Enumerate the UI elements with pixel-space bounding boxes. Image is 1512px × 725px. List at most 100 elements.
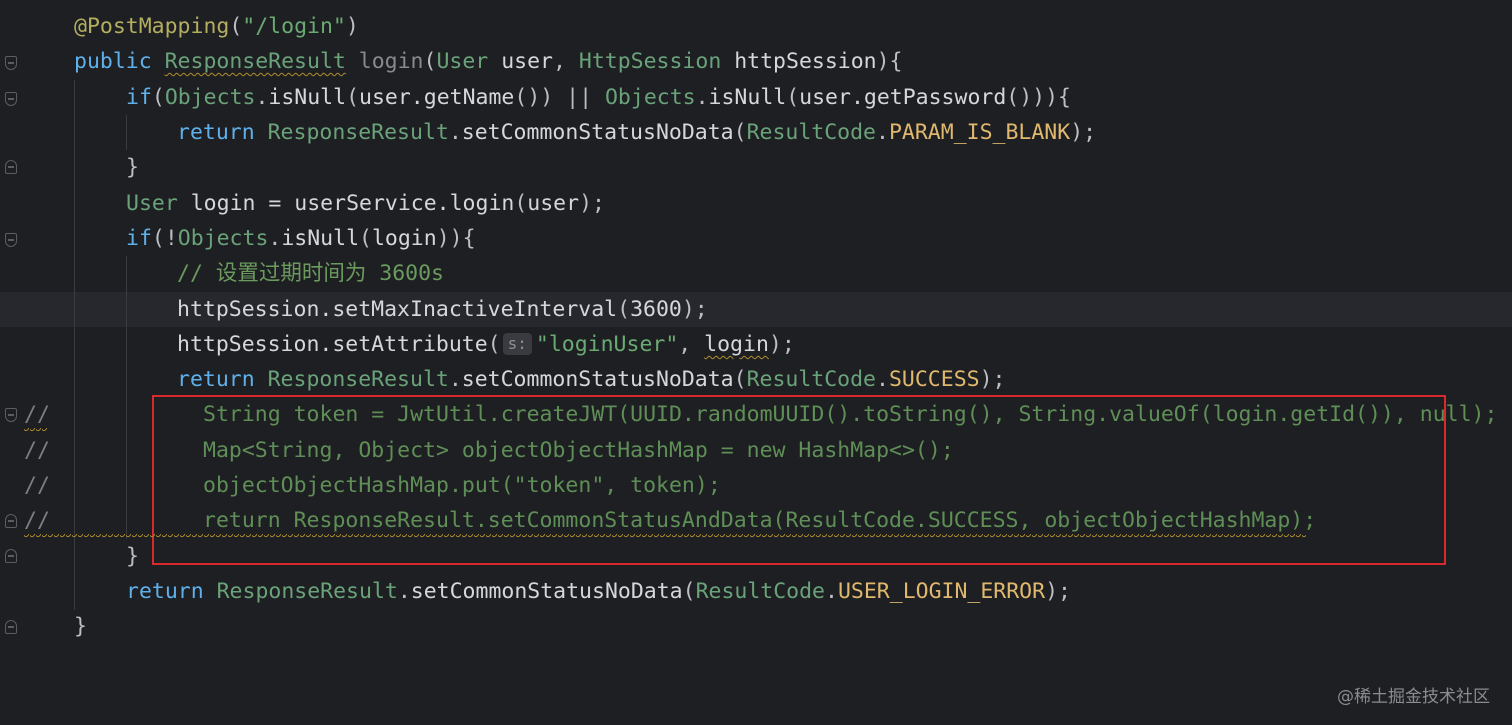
code-token: Map<String, Object> objectObjectHashMap …	[203, 438, 954, 463]
code-token: ()) ||	[514, 85, 605, 110]
code-line[interactable]: User login = userService.login(user);	[0, 186, 1512, 221]
code-token: (	[617, 297, 631, 322]
code-token: isNull	[708, 85, 787, 110]
code-token: ){	[876, 49, 903, 74]
code-token: ResultCode	[746, 367, 877, 392]
code-token: USER_LOGIN_ERROR	[837, 579, 1046, 604]
code-token: );	[681, 297, 708, 322]
code-line[interactable]: // objectObjectHashMap.put("token", token…	[0, 468, 1512, 503]
code-line[interactable]: }	[0, 609, 1512, 644]
code-line[interactable]: if(!Objects.isNull(login)){	[0, 221, 1512, 256]
code-token: setCommonStatusNoData	[461, 120, 734, 145]
code-editor[interactable]: @PostMapping("/login") public ResponseRes…	[0, 0, 1512, 725]
code-token: return	[177, 120, 268, 145]
code-token: Objects	[177, 226, 269, 251]
code-token: .	[825, 579, 838, 604]
code-text: if(Objects.isNull(user.getName()) || Obj…	[126, 80, 1071, 115]
code-token: "/login"	[242, 14, 346, 39]
code-token: setCommonStatusNoData	[410, 579, 683, 604]
watermark: @稀土掘金技术社区	[1337, 687, 1490, 707]
code-line[interactable]: // 设置过期时间为 3600s	[0, 256, 1512, 291]
code-token: String token = JwtUtil.createJWT(UUID.ra…	[203, 402, 1498, 427]
code-token: if	[126, 226, 152, 251]
fold-marker-icon[interactable]	[5, 620, 17, 634]
code-text: String token = JwtUtil.createJWT(UUID.ra…	[203, 397, 1497, 432]
code-line[interactable]: httpSession.setMaxInactiveInterval(3600)…	[0, 292, 1512, 327]
code-token: setCommonStatusNoData	[461, 367, 734, 392]
code-line[interactable]: @PostMapping("/login")	[0, 9, 1512, 44]
warning-squiggle	[24, 534, 1306, 538]
code-token: SUCCESS	[888, 367, 980, 392]
code-line[interactable]: // String token = JwtUtil.createJWT(UUID.…	[0, 397, 1512, 432]
fold-marker-icon[interactable]	[5, 160, 17, 174]
code-line[interactable]: return ResponseResult.setCommonStatusNoD…	[0, 362, 1512, 397]
code-line[interactable]: return ResponseResult.setCommonStatusNoD…	[0, 574, 1512, 609]
code-token: .	[397, 579, 411, 604]
fold-marker-icon[interactable]	[5, 549, 17, 563]
code-token: (	[682, 579, 696, 604]
code-token: ResultCode	[746, 120, 877, 145]
code-token: login = userService.login	[190, 191, 515, 216]
code-text: httpSession.setMaxInactiveInterval(3600)…	[177, 292, 708, 327]
code-line[interactable]: }	[0, 150, 1512, 185]
code-line[interactable]: }	[0, 539, 1512, 574]
code-token: if	[126, 85, 152, 110]
code-token: (	[346, 85, 360, 110]
code-token: isNull	[268, 85, 347, 110]
code-token: .	[695, 85, 709, 110]
code-text: objectObjectHashMap.put("token", token);	[203, 468, 721, 503]
code-line[interactable]: public ResponseResult login(User user, H…	[0, 44, 1512, 79]
code-line[interactable]: if(Objects.isNull(user.getName()) || Obj…	[0, 80, 1512, 115]
code-text: User login = userService.login(user);	[126, 186, 605, 221]
code-line[interactable]: // return ResponseResult.setCommonStatusA…	[0, 503, 1512, 538]
code-line[interactable]: // Map<String, Object> objectObjectHashMa…	[0, 433, 1512, 468]
code-token: HttpSession	[578, 49, 722, 74]
code-text: // 设置过期时间为 3600s	[177, 256, 444, 291]
code-token: (	[786, 85, 800, 110]
code-text: httpSession.setAttribute(s: "loginUser", …	[177, 327, 795, 362]
code-token: httpSession.setAttribute	[177, 332, 488, 357]
fold-marker-icon[interactable]	[5, 56, 17, 70]
code-token: }	[126, 155, 139, 180]
indent-guide	[74, 80, 75, 610]
code-line[interactable]: httpSession.setAttribute(s: "loginUser", …	[0, 327, 1512, 362]
code-token: user.getPassword	[799, 85, 1007, 110]
comment-prefix: //	[24, 508, 50, 533]
code-text: }	[126, 539, 139, 574]
code-line[interactable]: return ResponseResult.setCommonStatusNoD…	[0, 115, 1512, 150]
code-token: login	[704, 332, 769, 357]
code-token: (	[229, 14, 243, 39]
fold-marker-icon[interactable]	[5, 233, 17, 247]
code-text: return ResponseResult.setCommonStatusNoD…	[177, 362, 1005, 397]
code-token: (	[423, 49, 437, 74]
code-token: ,	[678, 332, 705, 357]
code-token: (!	[151, 226, 178, 251]
fold-marker-icon[interactable]	[5, 92, 17, 106]
fold-marker-icon[interactable]	[5, 408, 17, 422]
code-token: );	[979, 367, 1006, 392]
code-token: );	[1070, 120, 1097, 145]
code-token: .	[448, 367, 462, 392]
parameter-hint: s:	[502, 333, 532, 355]
code-token: login	[371, 226, 437, 251]
code-text: return ResponseResult.setCommonStatusAnd…	[203, 503, 1316, 538]
code-token: )){	[436, 226, 476, 251]
code-token: @PostMapping	[74, 14, 230, 39]
indent-guide	[126, 256, 127, 539]
code-token: }	[126, 544, 139, 569]
code-token: User	[126, 191, 178, 216]
code-token: return ResponseResult.setCommonStatusAnd…	[203, 508, 1317, 533]
code-text: }	[74, 609, 87, 644]
code-token: .	[268, 226, 282, 251]
code-token: )	[345, 14, 359, 39]
code-token: user.getName	[359, 85, 515, 110]
code-token: (	[151, 85, 165, 110]
fold-marker-icon[interactable]	[5, 514, 17, 528]
code-text: return ResponseResult.setCommonStatusNoD…	[177, 115, 1096, 150]
code-text: return ResponseResult.setCommonStatusNoD…	[126, 574, 1071, 609]
code-token: );	[768, 332, 795, 357]
comment-prefix: //	[24, 438, 50, 463]
code-token: .	[876, 120, 889, 145]
code-token: public	[74, 49, 165, 74]
